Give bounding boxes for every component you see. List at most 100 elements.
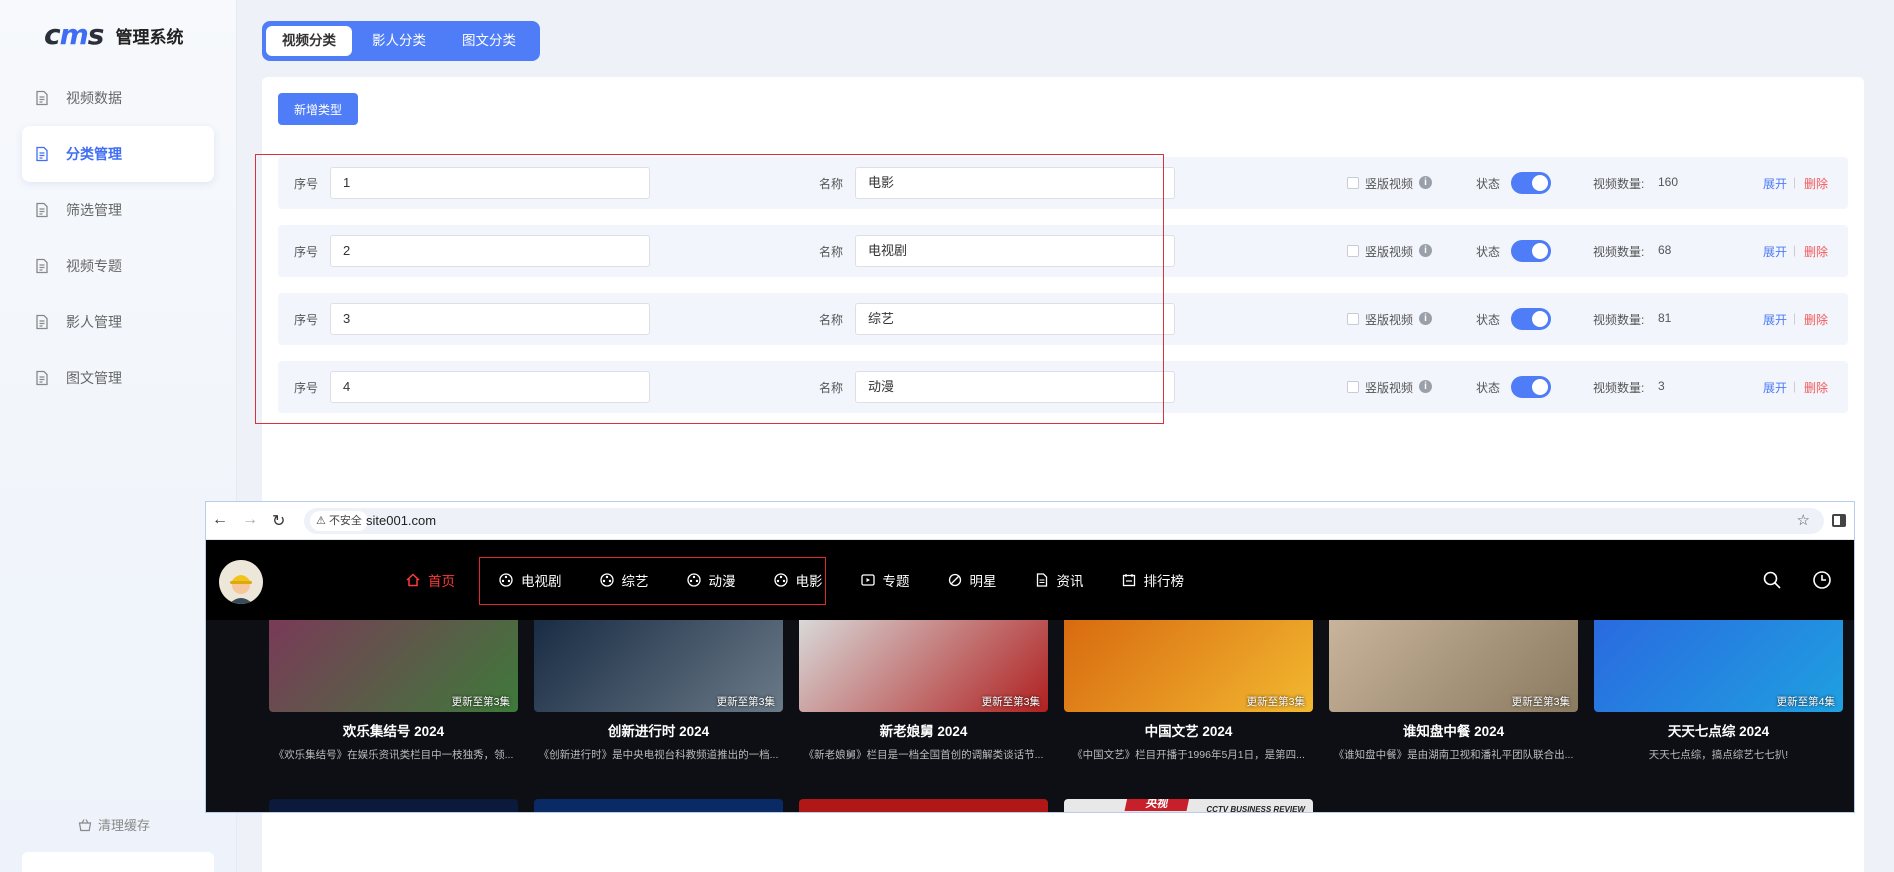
sidebar-item-people[interactable]: 影人管理: [22, 294, 214, 350]
name-input[interactable]: 电影: [855, 167, 1175, 199]
seq-input[interactable]: 4: [330, 371, 650, 403]
url-text: site001.com: [366, 513, 437, 528]
clear-cache-button[interactable]: 清理缓存: [78, 815, 150, 834]
expand-link[interactable]: 展开: [1763, 175, 1787, 192]
history-clock-icon[interactable]: [1812, 570, 1832, 590]
name-input[interactable]: 综艺: [855, 303, 1175, 335]
name-input[interactable]: 动漫: [855, 371, 1175, 403]
video-thumbnail[interactable]: 更新至第4集: [1594, 620, 1843, 712]
video-desc: 《中国文艺》栏目开播于1996年5月1日，是第四...: [1072, 749, 1305, 761]
video-thumbnail-partial[interactable]: [799, 799, 1048, 812]
reload-icon[interactable]: ↻: [272, 511, 285, 531]
back-arrow-icon[interactable]: ←: [212, 511, 228, 529]
security-badge[interactable]: ⚠ 不安全: [310, 511, 368, 531]
video-thumbnail-partial[interactable]: [269, 799, 518, 812]
sidebar-item-articles[interactable]: 图文管理: [22, 350, 214, 406]
seq-input[interactable]: 1: [330, 167, 650, 199]
site-nav-anime[interactable]: 动漫: [686, 570, 736, 590]
video-thumbnail-partial[interactable]: 央视 CCTV BUSINESS REVIEW: [1064, 799, 1313, 813]
info-icon[interactable]: i: [1419, 380, 1432, 393]
video-card[interactable]: 更新至第3集 欢乐集结号 2024 《欢乐集结号》在娱乐资讯类栏目中一枝独秀，领…: [269, 620, 518, 762]
site-nav-tv[interactable]: 电视剧: [499, 570, 562, 590]
seq-label: 序号: [294, 381, 319, 395]
sidebar-item-video-data[interactable]: 视频数据: [22, 70, 214, 126]
seq-input[interactable]: 2: [330, 235, 650, 267]
video-desc: 《新老娘舅》栏目是一档全国首创的调解类谈话节...: [803, 749, 1044, 761]
site-nav-variety[interactable]: 综艺: [599, 570, 649, 590]
film-reel-icon: [499, 573, 513, 587]
side-panel-icon[interactable]: [1832, 514, 1846, 527]
expand-link[interactable]: 展开: [1763, 243, 1787, 260]
forward-arrow-icon[interactable]: →: [242, 511, 258, 529]
video-title[interactable]: 天天七点综 2024: [1594, 720, 1843, 740]
tab-video-category[interactable]: 视频分类: [266, 26, 352, 56]
sidebar-item-category[interactable]: 分类管理: [22, 126, 214, 182]
video-thumbnail[interactable]: 更新至第3集: [1329, 620, 1578, 712]
bookmark-star-icon[interactable]: ☆: [1797, 511, 1810, 529]
delete-link[interactable]: 删除: [1804, 243, 1828, 260]
expand-link[interactable]: 展开: [1763, 379, 1787, 396]
address-bar[interactable]: ⚠ 不安全 site001.com ☆: [304, 508, 1824, 534]
browser-toolbar: ← → ↻ ⚠ 不安全 site001.com ☆: [206, 502, 1854, 540]
video-thumbnail[interactable]: 更新至第3集: [534, 620, 783, 712]
status-toggle[interactable]: [1511, 376, 1551, 398]
seq-input[interactable]: 3: [330, 303, 650, 335]
video-thumbnail[interactable]: 更新至第3集: [269, 620, 518, 712]
category-row: 序号 2 名称 电视剧 竖版视频 i 状态 视频数量: 68 展开 | 删除: [278, 225, 1848, 277]
video-count-value: 160: [1658, 175, 1679, 189]
site-nav-home[interactable]: 首页: [406, 570, 455, 590]
status-toggle[interactable]: [1511, 172, 1551, 194]
video-card[interactable]: 更新至第3集 中国文艺 2024 《中国文艺》栏目开播于1996年5月1日，是第…: [1064, 620, 1313, 762]
logo: cms 管理系统: [44, 20, 183, 50]
document-icon: [34, 90, 50, 106]
sidebar-item-filter[interactable]: 筛选管理: [22, 182, 214, 238]
video-card[interactable]: 更新至第3集 新老娘舅 2024 《新老娘舅》栏目是一档全国首创的调解类谈话节.…: [799, 620, 1048, 762]
vertical-video-checkbox[interactable]: [1347, 381, 1359, 393]
delete-link[interactable]: 删除: [1804, 175, 1828, 192]
info-icon[interactable]: i: [1419, 176, 1432, 189]
video-card[interactable]: 更新至第3集 谁知盘中餐 2024 《谁知盘中餐》是由湖南卫视和潘礼平团队联合出…: [1329, 620, 1578, 762]
video-title[interactable]: 中国文艺 2024: [1064, 720, 1313, 740]
video-card[interactable]: 更新至第3集 创新进行时 2024 《创新进行时》是中央电视台科教频道推出的一档…: [534, 620, 783, 762]
info-icon[interactable]: i: [1419, 244, 1432, 257]
category-row: 序号 1 名称 电影 竖版视频 i 状态 视频数量: 160 展开 | 删除: [278, 157, 1848, 209]
action-separator: |: [1793, 311, 1797, 325]
video-thumbnail[interactable]: 更新至第3集: [799, 620, 1048, 712]
delete-link[interactable]: 删除: [1804, 379, 1828, 396]
update-badge: 更新至第3集: [1246, 696, 1305, 708]
tab-people-category[interactable]: 影人分类: [356, 26, 442, 56]
expand-link[interactable]: 展开: [1763, 311, 1787, 328]
site-nav-ranking[interactable]: 排行榜: [1122, 570, 1184, 590]
thumbnail-logo-badge: 央视: [1124, 799, 1190, 811]
video-title[interactable]: 欢乐集结号 2024: [269, 720, 518, 740]
video-card[interactable]: 更新至第4集 天天七点综 2024 天天七点综，搞点综艺七七扒!: [1594, 620, 1843, 762]
warning-icon: ⚠: [316, 515, 326, 527]
vertical-video-checkbox[interactable]: [1347, 177, 1359, 189]
avatar[interactable]: [219, 560, 263, 604]
video-thumbnail-partial[interactable]: [534, 799, 783, 812]
sidebar-item-topics[interactable]: 视频专题: [22, 238, 214, 294]
info-icon[interactable]: i: [1419, 312, 1432, 325]
video-title[interactable]: 谁知盘中餐 2024: [1329, 720, 1578, 740]
add-type-button[interactable]: 新增类型: [278, 93, 359, 125]
status-toggle[interactable]: [1511, 240, 1551, 262]
video-thumbnail[interactable]: 更新至第3集: [1064, 620, 1313, 712]
thumbnail-caption: CCTV BUSINESS REVIEW: [1206, 805, 1305, 813]
video-count-label: 视频数量:: [1593, 245, 1645, 259]
video-desc: 天天七点综，搞点综艺七七扒!: [1648, 749, 1789, 761]
vertical-video-checkbox[interactable]: [1347, 245, 1359, 257]
site-nav-stars[interactable]: 明星: [948, 570, 997, 590]
site-nav-movie[interactable]: 电影: [773, 570, 823, 590]
video-title[interactable]: 创新进行时 2024: [534, 720, 783, 740]
star-link-icon: [948, 573, 962, 587]
site-nav-topics[interactable]: 专题: [860, 570, 910, 590]
video-title[interactable]: 新老娘舅 2024: [799, 720, 1048, 740]
tab-article-category[interactable]: 图文分类: [446, 26, 532, 56]
status-toggle[interactable]: [1511, 308, 1551, 330]
vertical-video-checkbox[interactable]: [1347, 313, 1359, 325]
name-input[interactable]: 电视剧: [855, 235, 1175, 267]
search-icon[interactable]: [1762, 570, 1782, 590]
action-separator: |: [1793, 243, 1797, 257]
delete-link[interactable]: 删除: [1804, 311, 1828, 328]
site-nav-news[interactable]: 资讯: [1035, 570, 1084, 590]
